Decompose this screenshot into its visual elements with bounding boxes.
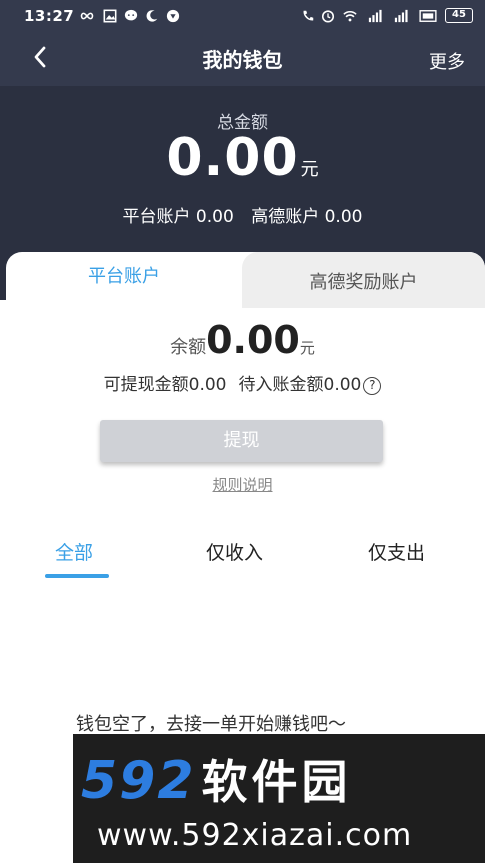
chat-icon: [124, 9, 138, 21]
signal-4g-2-icon: [394, 9, 408, 22]
balance-label: 余额: [170, 337, 207, 358]
more-button[interactable]: 更多: [429, 48, 465, 74]
alarm-icon: [321, 9, 335, 22]
account-breakdown: 平台账户 0.00 高德账户 0.00: [0, 202, 485, 227]
platform-account-summary: 平台账户 0.00: [122, 207, 234, 227]
withdrawable-amount: 可提现金额0.00: [103, 375, 227, 395]
pending-amount: 待入账金额0.00: [238, 375, 362, 395]
watermark-logo-text: 软件园: [201, 755, 352, 809]
status-time: 13:27: [24, 7, 75, 25]
gallery-icon: [103, 9, 117, 23]
filter-tab-income[interactable]: 仅收入: [206, 538, 263, 565]
balance-row: 余额0.00元: [0, 318, 485, 362]
notification-icons: [78, 9, 180, 23]
status-bar: 13:27 45: [0, 0, 485, 34]
wallet-page: 13:27 45 我的钱包 更多 总金额 0.00 元 平台账户 0.00 高德账…: [0, 0, 485, 863]
watermark: 592 软件园 www.592xiazai.com: [73, 734, 485, 863]
tab-platform-account[interactable]: 平台账户: [6, 262, 242, 288]
total-amount: 0.00: [166, 128, 299, 188]
infinity-icon: [80, 12, 94, 20]
battery-icon: 45: [445, 8, 473, 23]
page-title: 我的钱包: [202, 48, 283, 72]
balance-amount: 0.00: [206, 318, 300, 362]
shield-icon: [166, 9, 180, 23]
hd-icon: [419, 9, 437, 22]
empty-state-message: 钱包空了，去接一单开始赚钱吧～: [76, 714, 346, 735]
wifi-icon: [343, 10, 357, 21]
tab-amap-reward-account[interactable]: 高德奖励账户: [242, 268, 485, 294]
system-icons: 45: [301, 8, 473, 23]
balance-details: 可提现金额0.00 待入账金额0.00?: [0, 370, 485, 395]
watermark-url: www.592xiazai.com: [97, 818, 413, 853]
watermark-logo: 592 软件园: [81, 746, 352, 812]
amap-account-summary: 高德账户 0.00: [251, 207, 363, 227]
help-icon[interactable]: ?: [363, 377, 382, 395]
withdraw-button[interactable]: 提现: [100, 420, 383, 462]
total-amount-row: 0.00 元: [0, 128, 485, 188]
rules-link[interactable]: 规则说明: [0, 474, 485, 495]
signal-4g-icon: [368, 9, 382, 22]
balance-unit: 元: [299, 339, 315, 357]
active-tab-indicator: [45, 574, 109, 578]
moon-icon: [146, 10, 158, 22]
watermark-logo-number: 592: [81, 751, 196, 811]
phone-icon: [303, 10, 314, 20]
total-unit: 元: [300, 159, 319, 180]
filter-tab-expense[interactable]: 仅支出: [368, 538, 425, 565]
filter-tab-all[interactable]: 全部: [55, 538, 93, 565]
